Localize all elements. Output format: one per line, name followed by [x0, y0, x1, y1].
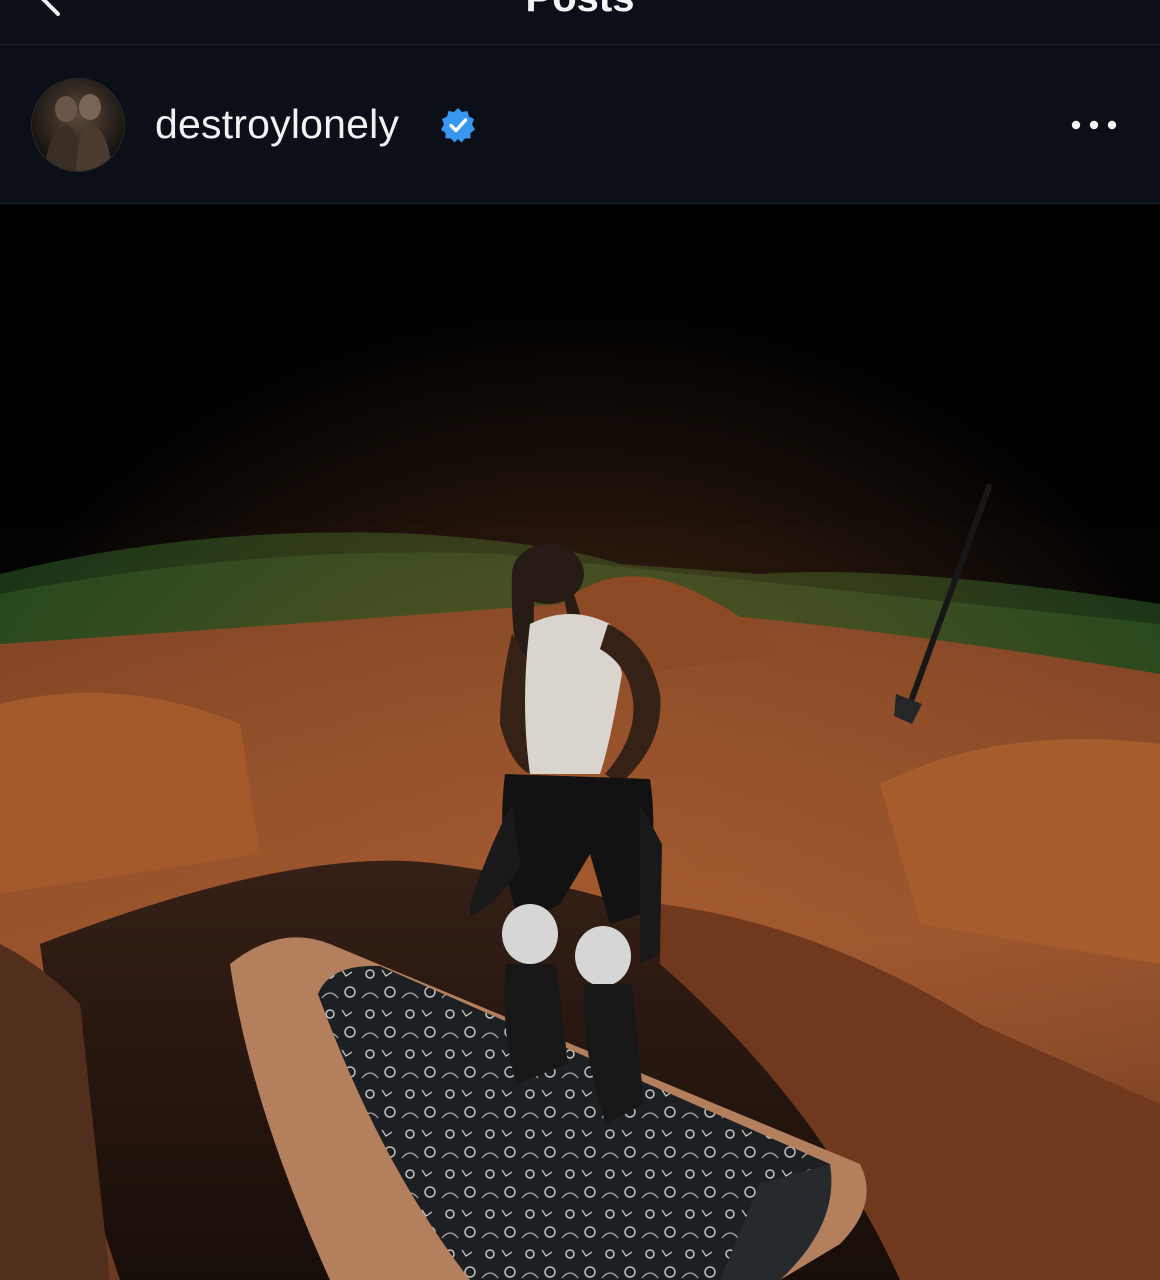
top-bar: Posts [0, 0, 1160, 45]
post-header: destroylonely [0, 45, 1160, 204]
post-image[interactable] [0, 204, 1160, 1280]
username[interactable]: destroylonely [155, 101, 399, 148]
post-photo [0, 204, 1160, 1280]
more-options-button[interactable] [1062, 105, 1126, 145]
avatar[interactable] [32, 79, 124, 171]
more-horizontal-icon [1071, 120, 1117, 130]
page-title: Posts [0, 0, 1160, 21]
verified-badge-icon [441, 108, 475, 143]
avatar-image [32, 79, 124, 171]
